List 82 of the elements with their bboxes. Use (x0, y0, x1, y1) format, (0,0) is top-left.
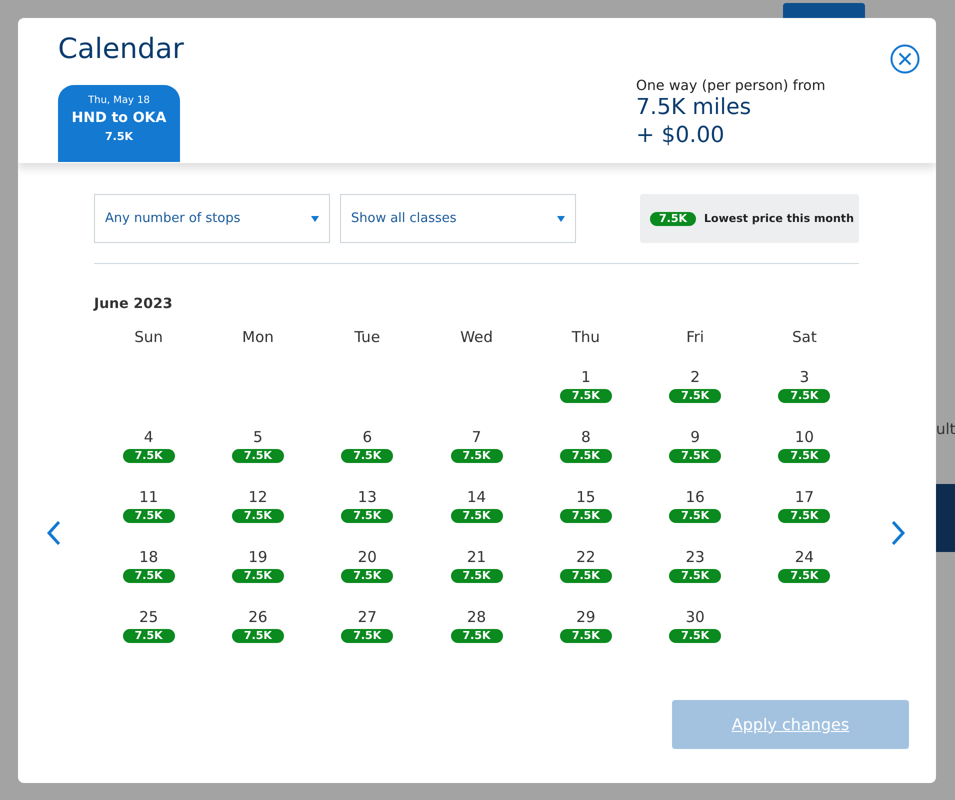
day-number[interactable]: 28 (466, 608, 486, 626)
weekday-label: Mon (241, 328, 275, 348)
price-badge: 7.5K (650, 212, 696, 226)
day-number[interactable]: 13 (358, 488, 377, 506)
price-badge: 7.5K (232, 629, 284, 643)
price-badge: 7.5K (669, 569, 722, 583)
price-badge: 7.5K (560, 449, 612, 463)
month-title: June 2023 (94, 296, 174, 312)
day-number[interactable]: 23 (686, 548, 705, 566)
day-number[interactable]: 9 (690, 428, 700, 446)
day-number[interactable]: 3 (800, 368, 810, 386)
day-number[interactable]: 22 (576, 548, 596, 566)
price-badge: 7.5K (122, 629, 175, 643)
weekday-label: Sat (791, 328, 818, 348)
day-number[interactable]: 11 (139, 488, 158, 506)
price-badge: 7.5K (450, 449, 503, 463)
flight-tab[interactable]: Thu, May 18 HND to OKA 7.5K (58, 85, 180, 162)
price-badge: 7.5K (122, 449, 175, 463)
price-badge: 7.5K (560, 509, 612, 523)
price-badge: 7.5K (778, 509, 830, 523)
day-number[interactable]: 2 (690, 368, 700, 386)
caret-icon (311, 216, 319, 222)
weekday-label: Fri (685, 328, 706, 348)
day-number[interactable]: 12 (248, 488, 268, 506)
day-number[interactable]: 15 (576, 488, 596, 506)
dropdown[interactable]: Any number of stops (94, 194, 330, 243)
dialog-title: Calendar (58, 32, 184, 65)
price-badge: 7.5K (778, 569, 830, 583)
day-number[interactable]: 14 (466, 488, 486, 506)
price-badge: 7.5K (341, 449, 394, 463)
price-badge: 7.5K (669, 629, 722, 643)
miles-price: 7.5K miles (636, 94, 752, 122)
close-icon[interactable] (890, 44, 920, 74)
weekday-label: Tue (353, 328, 382, 348)
day-number[interactable]: 26 (248, 608, 268, 626)
page-panel (936, 484, 955, 552)
price-badge: 7.5K (778, 389, 830, 403)
price-badge: 7.5K (560, 569, 612, 583)
day-number[interactable]: 4 (144, 428, 154, 446)
day-number[interactable]: 7 (472, 428, 482, 446)
price-badge: 7.5K (560, 629, 612, 643)
weekday-label: Thu (570, 328, 601, 348)
price-badge: 7.5K (341, 509, 394, 523)
price-badge: 7.5K (450, 629, 503, 643)
price-badge: 7.5K (778, 449, 830, 463)
caret-icon (557, 216, 565, 222)
dropdown[interactable]: Show all classes (340, 194, 576, 243)
day-number[interactable]: 19 (248, 548, 268, 566)
day-number[interactable]: 6 (362, 428, 372, 446)
price-badge: 7.5K (122, 509, 175, 523)
day-number[interactable]: 25 (139, 608, 158, 626)
day-number[interactable]: 8 (581, 428, 591, 446)
day-number[interactable]: 16 (686, 488, 705, 506)
price-badge: 7.5K (232, 569, 284, 583)
weekday-label: Wed (459, 328, 494, 348)
price-badge: 7.5K (341, 569, 394, 583)
price-badge: 7.5K (450, 509, 503, 523)
price-badge: 7.5K (669, 509, 722, 523)
price-badge: 7.5K (669, 449, 722, 463)
day-number[interactable]: 24 (794, 548, 814, 566)
weekday-label: Sun (133, 328, 164, 348)
price-badge: 7.5K (669, 389, 722, 403)
price-badge: 7.5K (122, 569, 175, 583)
price-badge: 7.5K (450, 569, 503, 583)
day-number[interactable]: 5 (253, 428, 263, 446)
day-number[interactable]: 10 (794, 428, 814, 446)
day-number[interactable]: 17 (794, 488, 814, 506)
price-badge: 7.5K (341, 629, 394, 643)
price-badge: 7.5K (232, 509, 284, 523)
day-number[interactable]: 30 (686, 608, 705, 626)
day-number[interactable]: 21 (466, 548, 486, 566)
cash-price: + $0.00 (636, 122, 726, 150)
day-number[interactable]: 27 (358, 608, 377, 626)
page-text: ult (936, 420, 955, 438)
day-number[interactable]: 18 (139, 548, 158, 566)
day-number[interactable]: 29 (576, 608, 596, 626)
legend-label: Lowest price this month (704, 212, 854, 225)
price-badge: 7.5K (560, 389, 612, 403)
day-number[interactable]: 1 (581, 368, 591, 386)
day-number[interactable]: 20 (358, 548, 377, 566)
fare-label: One way (per person) from (636, 78, 826, 94)
price-badge: 7.5K (232, 449, 284, 463)
